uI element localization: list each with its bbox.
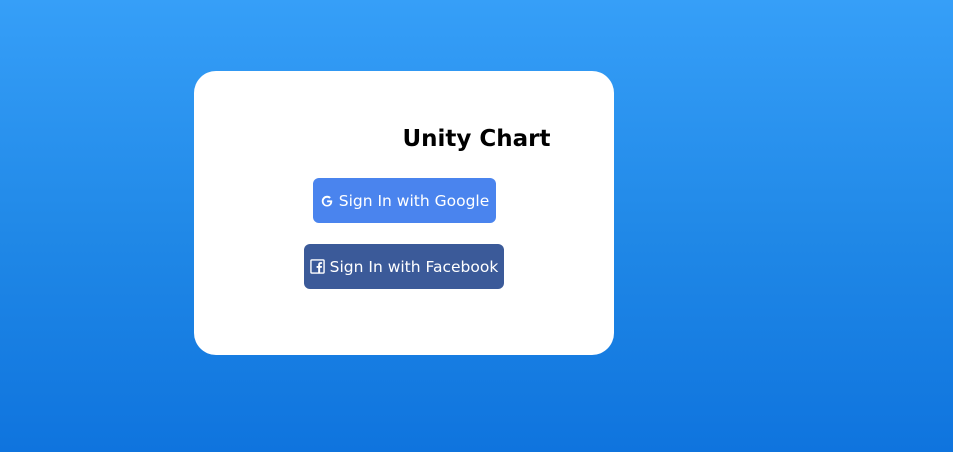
app-title: Unity Chart — [402, 126, 551, 152]
google-sign-in-button[interactable]: Sign In with Google — [313, 178, 496, 223]
facebook-sign-in-button[interactable]: Sign In with Facebook — [304, 244, 504, 289]
facebook-icon — [309, 259, 325, 274]
google-sign-in-label: Sign In with Google — [338, 191, 490, 210]
facebook-sign-in-label: Sign In with Facebook — [329, 257, 499, 276]
google-icon — [320, 194, 334, 208]
